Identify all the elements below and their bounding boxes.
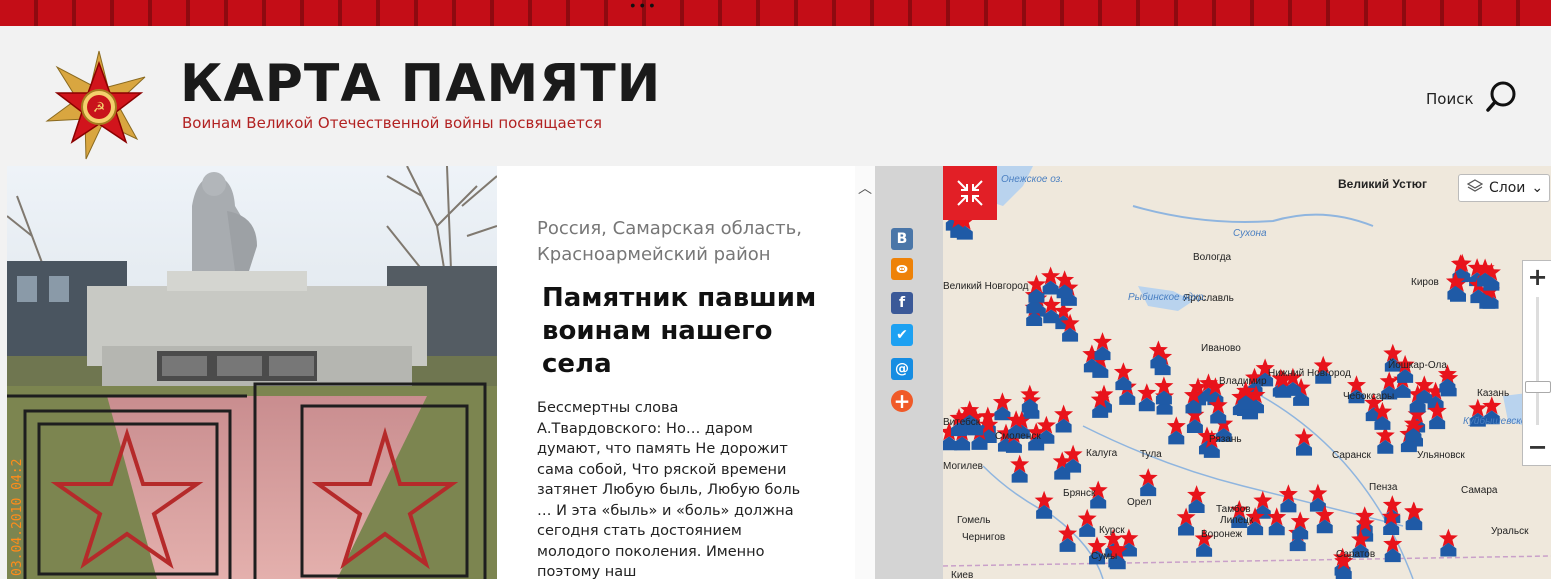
plus-icon: + — [893, 389, 911, 413]
map-city-label: Чернигов — [962, 532, 1005, 543]
twitter-share-button[interactable]: ✔ — [891, 324, 913, 346]
collapse-arrows-icon — [957, 180, 983, 206]
map-city-label: Великий Устюг — [1338, 177, 1427, 191]
map-city-label: Владимир — [1219, 376, 1267, 387]
map-city-label: Курск — [1099, 525, 1125, 536]
zoom-out-button[interactable]: − — [1523, 431, 1551, 463]
map-city-label: Тамбов — [1216, 503, 1251, 515]
map-city-label: Саранск — [1332, 450, 1372, 461]
photo-timestamp: 03.04.2010 04:2 — [10, 459, 25, 576]
map-city-label: Липецк — [1220, 515, 1254, 526]
map-city-label: Киров — [1411, 277, 1439, 288]
article-scrollbar[interactable]: ︿ — [855, 166, 875, 579]
facebook-share-button[interactable]: f — [891, 292, 913, 314]
odnoklassniki-icon: ꙫ — [895, 261, 909, 277]
order-star-logo[interactable]: ☭ — [40, 48, 158, 166]
layers-icon — [1466, 179, 1484, 197]
memorial-location: Россия, Самарская область, Красноармейск… — [537, 218, 802, 265]
map-city-label: Вологда — [1193, 252, 1232, 263]
zoom-slider-track[interactable] — [1536, 297, 1539, 425]
map-city-label: Тула — [1140, 449, 1162, 460]
vk-share-button[interactable]: В — [891, 228, 913, 250]
map-city-label: Смоленск — [995, 431, 1041, 442]
facebook-icon: f — [898, 295, 906, 311]
top-strip-text: ... — [628, 0, 657, 15]
map-city-label: Великий Новгород — [943, 281, 1029, 292]
odnoklassniki-share-button[interactable]: ꙫ — [891, 258, 913, 280]
map-city-label: Нижний Новгород — [1268, 368, 1351, 379]
map-city-label: Ульяновск — [1417, 450, 1465, 461]
map-city-label: Саратов — [1336, 549, 1375, 560]
chevron-down-icon: ⌄ — [1531, 180, 1544, 196]
map-water-label: Рыбинское вдхр. — [1128, 291, 1206, 303]
site-subtitle: Воинам Великой Отечественной войны посвя… — [182, 114, 602, 132]
memorial-article: Россия, Самарская область, Красноармейск… — [497, 166, 855, 579]
map-city-label: Киев — [951, 570, 973, 579]
main-content: 03.04.2010 04:2 Россия, Самарская област… — [0, 166, 1551, 579]
map-city-label: Могилев — [943, 461, 983, 472]
zoom-control: + − — [1522, 260, 1551, 466]
map-city-label: Самара — [1461, 485, 1498, 496]
memorial-title: Памятник павшим воинам нашего села — [542, 283, 817, 379]
map-city-label: Брянск — [1063, 488, 1096, 499]
memorial-photo[interactable]: 03.04.2010 04:2 — [7, 166, 497, 579]
map-city-label: Воронеж — [1201, 529, 1242, 540]
map-city-label: Витебск — [943, 416, 981, 428]
map-city-label: Гомель — [957, 515, 990, 526]
zoom-in-button[interactable]: + — [1523, 261, 1551, 293]
map-city-label: Рязань — [1209, 434, 1242, 445]
site-header: ☭ КАРТА ПАМЯТИ Воинам Великой Отечествен… — [0, 26, 1551, 166]
map-water-label: Онежское оз. — [1001, 174, 1063, 185]
svg-text:☭: ☭ — [93, 100, 106, 116]
site-title[interactable]: КАРТА ПАМЯТИ — [180, 54, 661, 114]
twitter-icon: ✔ — [896, 327, 908, 343]
memorial-map[interactable]: Великий Устюг Вологда Великий Новгород Ярос… — [943, 166, 1551, 579]
memorial-description: Бессмертны слова А.Твардовского: Но… дар… — [537, 400, 801, 579]
map-city-label: Иваново — [1201, 343, 1241, 354]
map-canvas[interactable]: Великий УстюгВологдаВеликий НовгородЯрос… — [943, 166, 1551, 579]
share-panel: Вꙫ f ✔ @ + — [875, 166, 943, 579]
scroll-up-icon[interactable]: ︿ — [858, 178, 872, 198]
layers-button[interactable]: Слои ⌄ — [1458, 174, 1550, 202]
search-label: Поиск — [1426, 90, 1474, 108]
layers-label: Слои — [1489, 180, 1526, 196]
map-city-label: Калуга — [1086, 448, 1118, 459]
map-city-label: Казань — [1477, 388, 1509, 399]
map-city-label: Йошкар-Ола — [1388, 358, 1447, 371]
map-city-label: Сумы — [1091, 551, 1117, 562]
plus-share-button[interactable]: + — [891, 389, 913, 413]
zoom-slider-handle[interactable] — [1525, 381, 1551, 393]
top-decor-strip: ... — [0, 0, 1551, 26]
mail-icon: @ — [895, 361, 909, 377]
map-city-label: Уральск — [1491, 526, 1529, 537]
mail-share-button[interactable]: @ — [891, 358, 913, 380]
map-city-label: Пенза — [1369, 482, 1398, 493]
map-water-label: Сухона — [1233, 228, 1267, 239]
map-collapse-button[interactable] — [943, 166, 997, 220]
vk-icon: В — [896, 231, 908, 247]
search-icon — [1484, 80, 1518, 118]
search-button[interactable]: Поиск — [1426, 80, 1518, 118]
map-city-label: Чебоксары — [1343, 390, 1394, 402]
map-city-label: Орел — [1127, 497, 1152, 508]
